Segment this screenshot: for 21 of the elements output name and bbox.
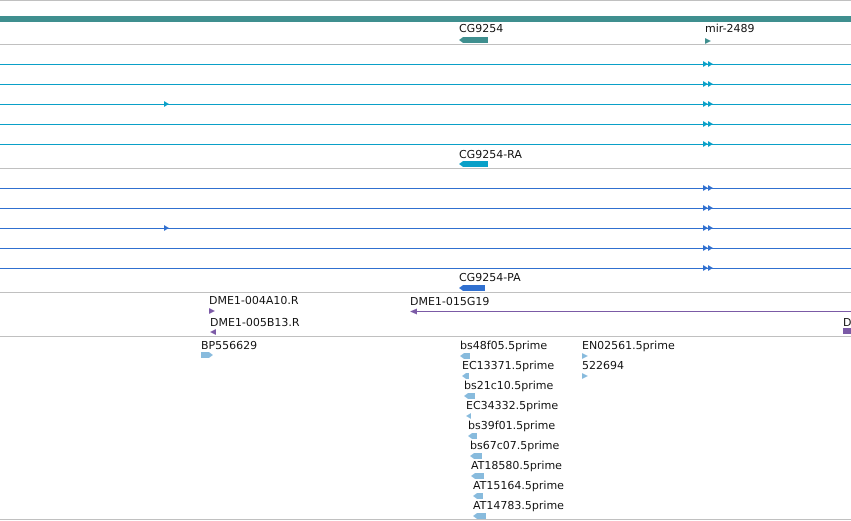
feature-label: bs21c10.5prime [464,380,554,392]
feature-label: EN02561.5prime [582,340,675,352]
feature-label: D [843,317,851,329]
feature-label: AT18580.5prime [471,460,562,472]
feature-label: EC13371.5prime [462,360,554,372]
feature-label: AT14783.5prime [473,500,564,512]
feature-bar [843,328,851,334]
feature-label: bs67c07.5prime [470,440,560,452]
feature-label: bs48f05.5prime [460,340,548,352]
feature-label: CG9254-RA [459,149,522,161]
feature-label: EC34332.5prime [466,400,558,412]
feature-label: BP556629 [201,340,258,352]
feature-label: bs39f01.5prime [468,420,556,432]
feature-label: AT15164.5prime [473,480,564,492]
feature-label: DME1-005B13.R [210,317,300,329]
feature-label: CG9254-PA [459,272,521,284]
feature-label: 522694 [582,360,624,372]
feature-label: DME1-004A10.R [209,295,299,307]
feature-label: mir-2489 [705,23,755,35]
feature-label: DME1-015G19 [410,296,490,308]
feature-label: CG9254 [459,23,504,35]
